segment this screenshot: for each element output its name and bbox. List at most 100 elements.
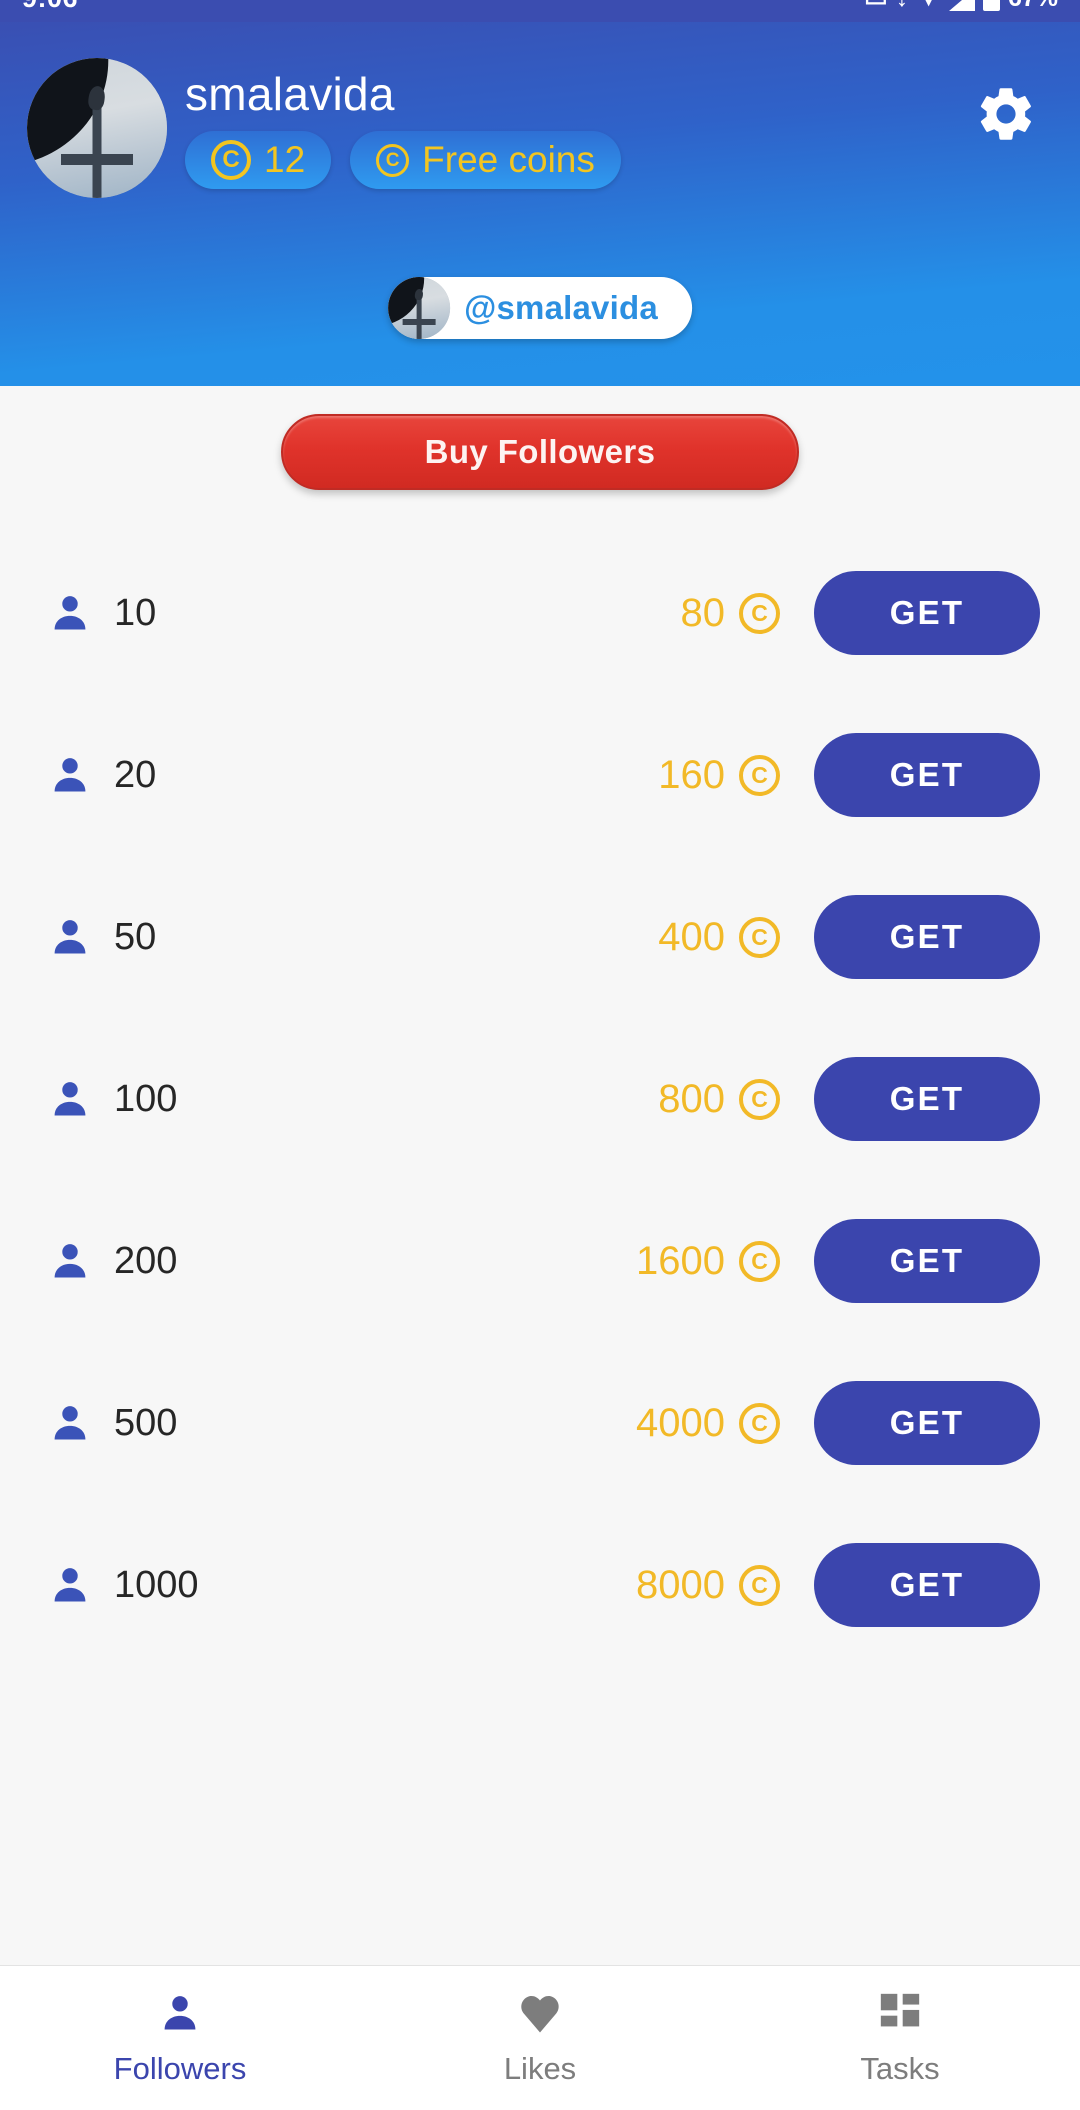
coin-balance-badge[interactable]: C 12 [185, 131, 332, 189]
wifi-icon: ▼ [916, 0, 941, 11]
offer-followers-cell: 200 [48, 1237, 636, 1285]
coin-icon: C [739, 754, 780, 796]
nav-tab-followers[interactable]: Followers [0, 1966, 360, 2110]
coin-icon: C [739, 1240, 780, 1282]
get-button[interactable]: GET [814, 571, 1040, 655]
free-coins-button[interactable]: C Free coins [350, 131, 621, 189]
person-icon [164, 1996, 196, 2030]
signal-icon [948, 0, 975, 11]
account-chip-avatar [388, 277, 451, 339]
offer-followers-count: 20 [114, 753, 157, 796]
settings-button[interactable] [974, 82, 1038, 146]
coin-balance-value: 12 [264, 139, 306, 180]
offer-price-value: 160 [658, 752, 725, 797]
avatar[interactable] [27, 58, 167, 198]
avatar-pole [92, 98, 102, 198]
status-bar: 9:06 ▭ ↓ ▼ 67% [0, 0, 1080, 22]
offer-action-cell: 8000 C GET [636, 1543, 1080, 1627]
battery-icon [982, 0, 1000, 11]
coin-icon: C [739, 592, 780, 634]
offer-price: 8000 C [636, 1563, 780, 1608]
nav-tab-label: Tasks [860, 2051, 940, 2086]
page-title: smalavida [185, 68, 395, 120]
free-coins-label: Free coins [422, 139, 595, 180]
account-chip[interactable]: @smalavida [388, 277, 692, 339]
nav-tab-tasks[interactable]: Tasks [720, 1966, 1080, 2110]
offer-followers-count: 200 [114, 1239, 178, 1282]
offer-followers-cell: 50 [48, 913, 658, 961]
offer-action-cell: 400 C GET [658, 895, 1080, 979]
get-button[interactable]: GET [814, 1381, 1040, 1465]
offer-action-cell: 160 C GET [658, 733, 1080, 817]
offer-followers-count: 50 [114, 915, 157, 958]
followers-offer-list: 10 80 C GET 20 160 C GET 50 400 C GET 100 800 C GET 200 1… [0, 532, 1080, 1666]
coin-icon: C [211, 140, 251, 180]
status-icons-group: ▭ ↓ ▼ 67% [864, 0, 1058, 11]
battery-percent: 67% [1008, 0, 1058, 11]
offer-action-cell: 800 C GET [658, 1057, 1080, 1141]
get-button[interactable]: GET [814, 1543, 1040, 1627]
offer-price-value: 80 [680, 590, 726, 635]
header-info: smalavida C 12 C Free coins [185, 58, 621, 189]
person-icon [54, 1568, 86, 1602]
person-icon [54, 1406, 86, 1440]
offer-price: 400 C [658, 915, 780, 960]
offer-price-value: 8000 [636, 1562, 725, 1607]
person-icon-wrap [158, 1989, 202, 2037]
offer-price: 80 C [680, 590, 780, 636]
offer-followers-count: 100 [114, 1077, 178, 1120]
coin-icon: C [739, 1078, 780, 1120]
cast-icon: ▭ [864, 0, 888, 11]
get-button[interactable]: GET [814, 1219, 1040, 1303]
table-row: 500 4000 C GET [0, 1342, 1080, 1504]
offer-followers-cell: 500 [48, 1399, 636, 1447]
offer-price: 1600 C [636, 1239, 780, 1284]
header-top-row: smalavida C 12 C Free coins [0, 58, 1080, 198]
get-button[interactable]: GET [814, 1057, 1040, 1141]
offer-price: 160 C [658, 753, 780, 798]
offer-followers-cell: 10 [48, 589, 681, 637]
table-row: 200 1600 C GET [0, 1180, 1080, 1342]
table-row: 1000 8000 C GET [0, 1504, 1080, 1666]
get-button[interactable]: GET [814, 733, 1040, 817]
offer-price-value: 1600 [636, 1238, 725, 1283]
badge-row: C 12 C Free coins [185, 131, 621, 189]
table-row: 10 80 C GET [0, 532, 1080, 694]
offer-followers-cell: 100 [48, 1075, 658, 1123]
person-icon [54, 1082, 86, 1116]
avatar-pole [416, 294, 422, 339]
offer-price: 800 C [658, 1077, 780, 1122]
offer-followers-cell: 20 [48, 751, 658, 799]
profile-header: smalavida C 12 C Free coins @smalavida [0, 0, 1080, 386]
main-content: Buy Followers 10 80 C GET 20 160 C GET 50 400 C GET… [0, 386, 1080, 1965]
buy-followers-button[interactable]: Buy Followers [281, 414, 799, 490]
account-handle: @smalavida [464, 289, 658, 326]
offer-followers-count: 500 [114, 1401, 178, 1444]
table-row: 100 800 C GET [0, 1018, 1080, 1180]
person-icon [54, 596, 86, 630]
offer-followers-count: 10 [114, 591, 157, 634]
avatar-crossbar [402, 319, 436, 325]
offer-action-cell: 4000 C GET [636, 1381, 1080, 1465]
nav-tab-likes[interactable]: Likes [360, 1966, 720, 2110]
offer-followers-cell: 1000 [48, 1561, 636, 1609]
person-icon [54, 758, 86, 792]
offer-price: 4000 C [636, 1401, 780, 1446]
nav-tab-label: Followers [113, 2051, 247, 2086]
nav-tab-label: Likes [503, 2051, 577, 2086]
person-icon [54, 1244, 86, 1278]
offer-price-value: 400 [658, 914, 725, 959]
status-clock: 9:06 [22, 0, 78, 12]
get-button[interactable]: GET [814, 895, 1040, 979]
offer-price-value: 4000 [636, 1400, 725, 1445]
table-row: 50 400 C GET [0, 856, 1080, 1018]
grid-icon [880, 1993, 920, 2027]
offer-action-cell: 80 C GET [681, 571, 1080, 655]
table-row: 20 160 C GET [0, 694, 1080, 856]
grid-icon-wrap [877, 1989, 923, 2037]
offer-price-value: 800 [658, 1076, 725, 1121]
avatar-crossbar [61, 154, 133, 165]
coin-icon: C [739, 1564, 780, 1606]
offer-action-cell: 1600 C GET [636, 1219, 1080, 1303]
heart-icon [521, 1996, 559, 2033]
